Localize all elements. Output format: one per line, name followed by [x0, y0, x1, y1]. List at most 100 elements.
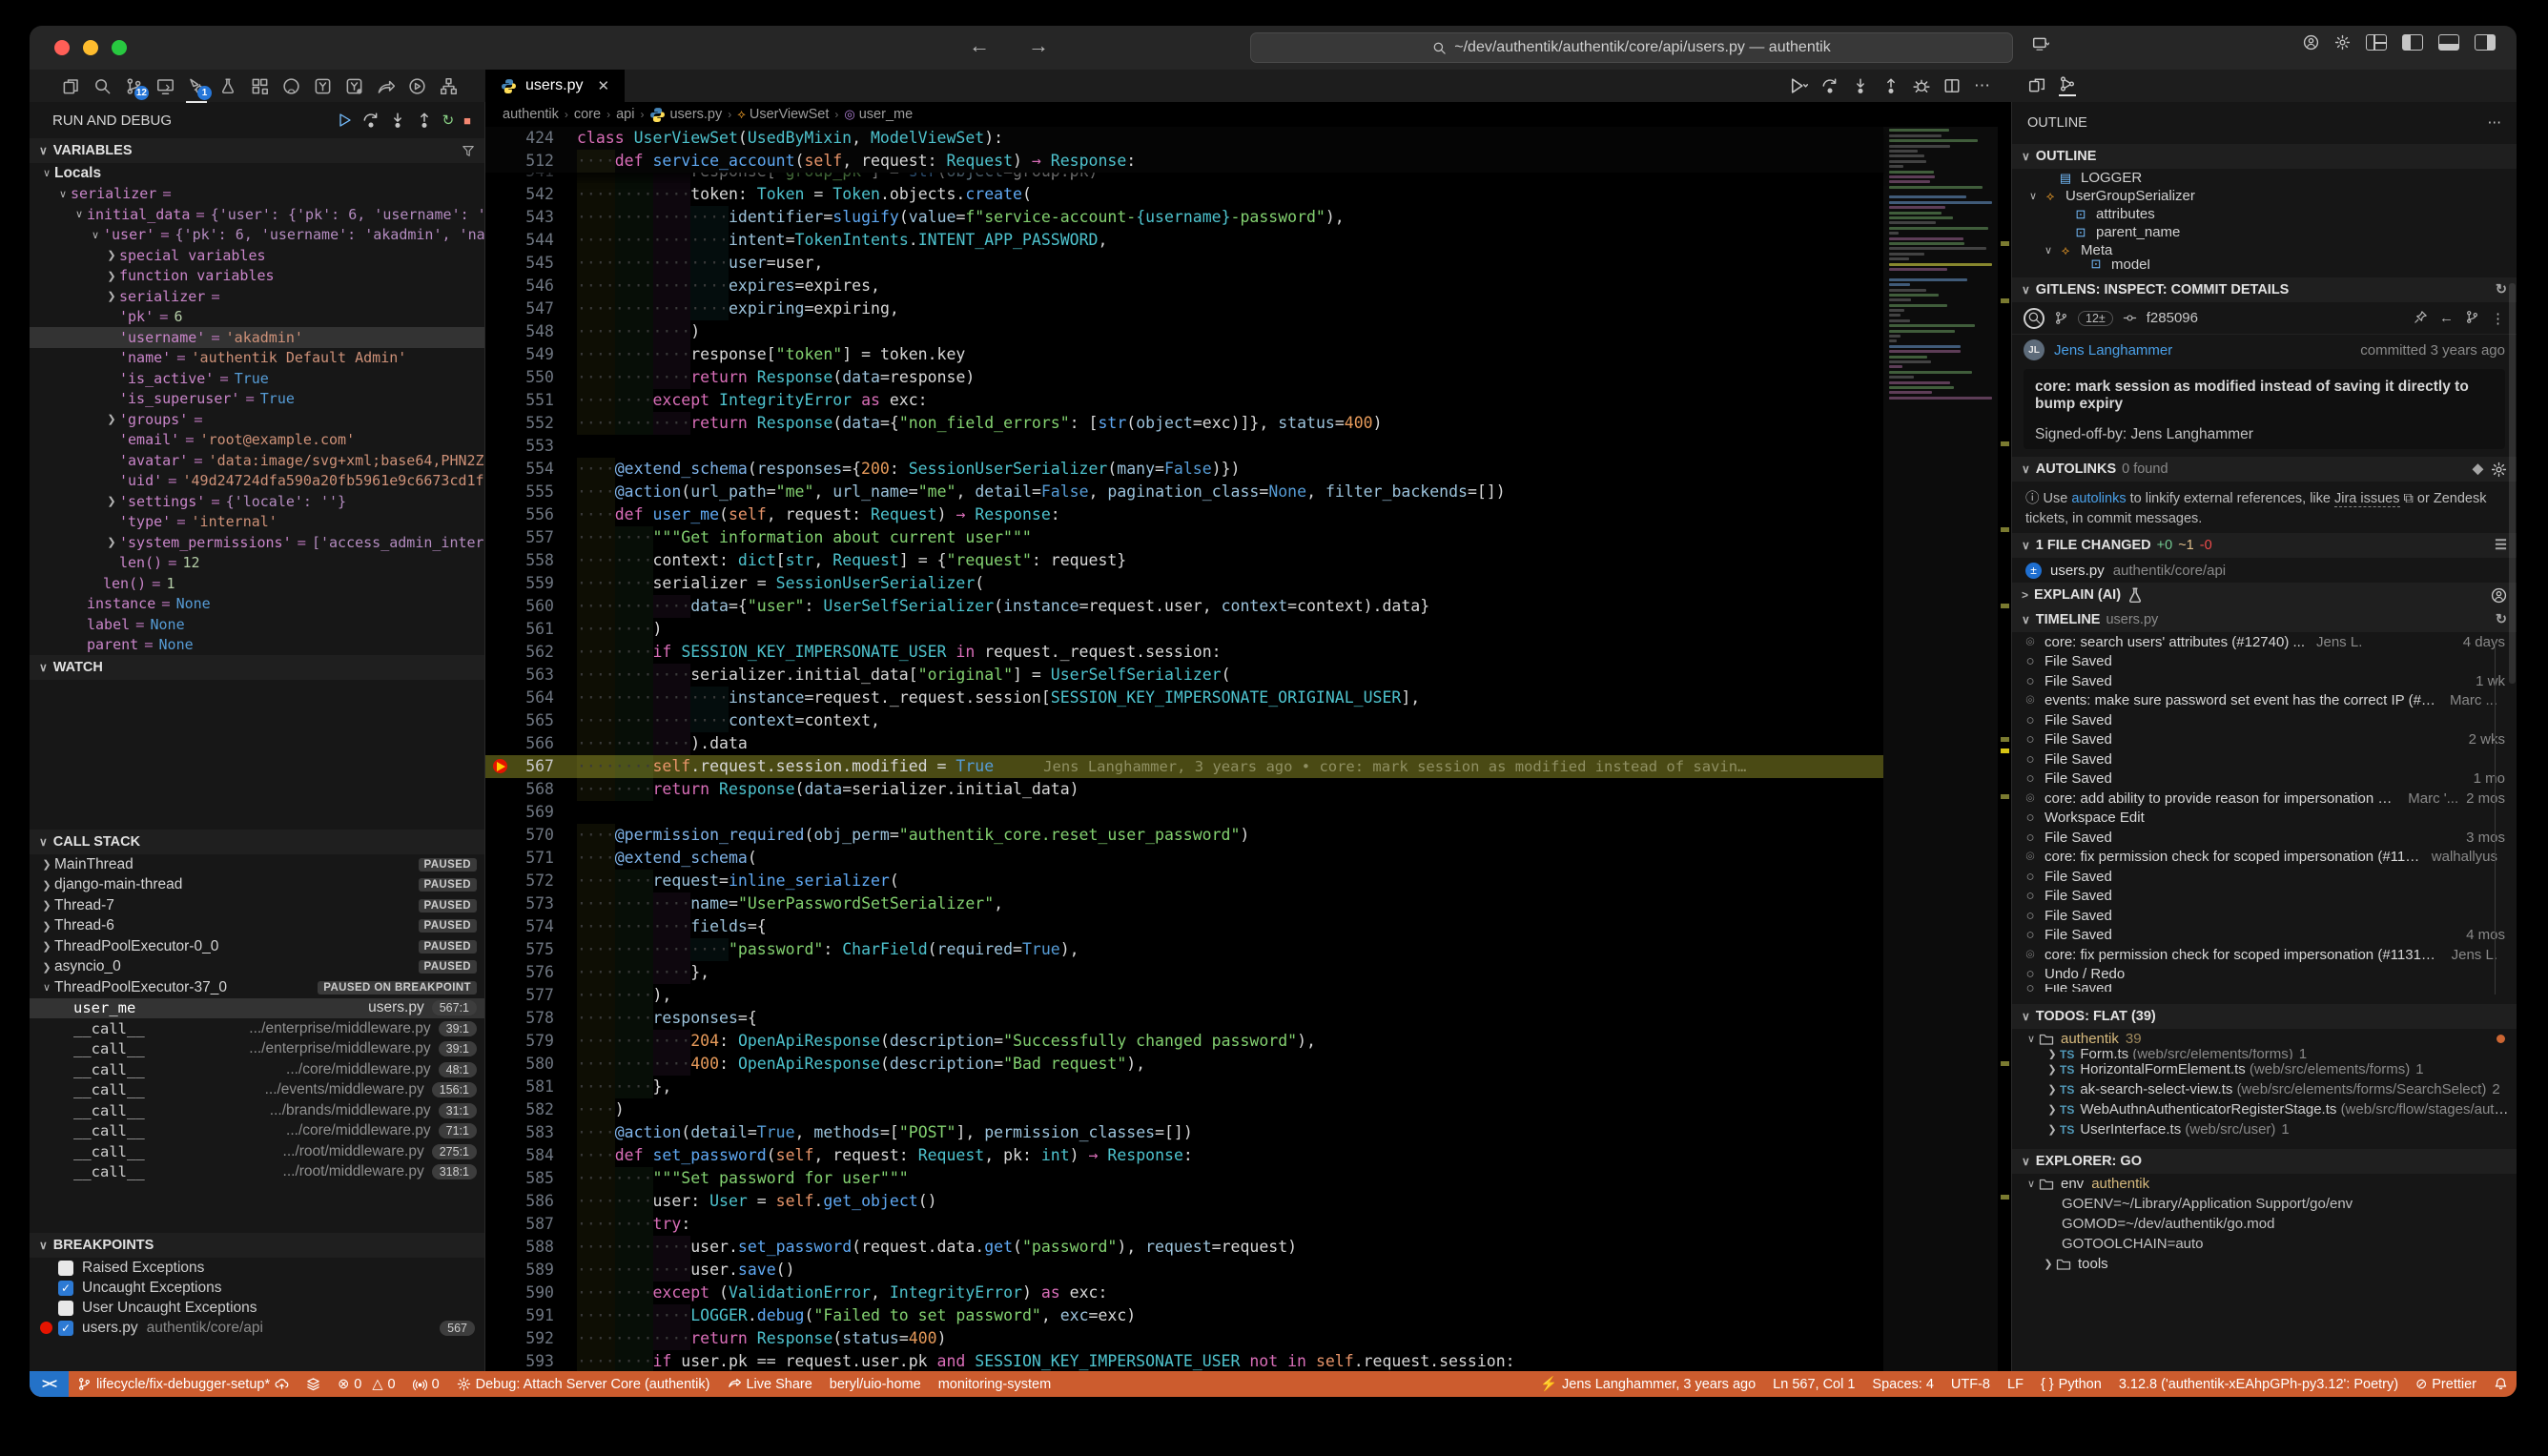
- pin-icon[interactable]: [2414, 310, 2428, 327]
- code-line[interactable]: 593········if user.pk == request.user.pk…: [485, 1350, 1883, 1371]
- changed-file-row[interactable]: ± users.py authentik/core/api: [2012, 558, 2517, 583]
- account-icon[interactable]: [2303, 34, 2319, 51]
- timeline-item[interactable]: ○File Saved: [2012, 906, 2517, 926]
- live-share-status-item[interactable]: Live Share: [718, 1371, 820, 1397]
- variable-row[interactable]: ❯special variables: [30, 245, 484, 266]
- outline-item-model[interactable]: ⊡model: [2012, 259, 2517, 269]
- line-number[interactable]: 559: [485, 572, 577, 595]
- variable-row[interactable]: 'is_superuser'=True: [30, 389, 484, 410]
- code-line[interactable]: 542············token: Token = Token.obje…: [485, 183, 1883, 206]
- box-y-icon[interactable]: [310, 73, 335, 98]
- line-number[interactable]: 580: [485, 1053, 577, 1076]
- line-number[interactable]: 560: [485, 595, 577, 618]
- code-line[interactable]: 560············data={"user": UserSelfSer…: [485, 595, 1883, 618]
- todo-root-row[interactable]: ∨authentik39: [2012, 1029, 2517, 1049]
- variable-row[interactable]: ∨'user'={'pk': 6, 'username': 'akadmin',…: [30, 225, 484, 246]
- code-line[interactable]: 572········request=inline_serializer(: [485, 870, 1883, 892]
- outline-item-logger[interactable]: ▤LOGGER: [2012, 169, 2517, 187]
- more-icon[interactable]: ⋯: [1974, 76, 1990, 95]
- timeline-section-header[interactable]: ∨TIMELINE users.py ↻: [2012, 607, 2517, 632]
- code-line[interactable]: 545················user=user,: [485, 252, 1883, 275]
- todo-file-row[interactable]: ❯TSWebAuthnAuthenticatorRegisterStage.ts…: [2012, 1099, 2517, 1119]
- thread-row[interactable]: ❯ThreadPoolExecutor-0_0PAUSED: [30, 936, 484, 957]
- line-number[interactable]: 543: [485, 206, 577, 229]
- timeline-item[interactable]: ○File Saved3 mos: [2012, 828, 2517, 848]
- line-number[interactable]: 583: [485, 1121, 577, 1144]
- line-number[interactable]: 556: [485, 503, 577, 526]
- traffic-lights[interactable]: [54, 40, 127, 55]
- gitlens-blame-status-item[interactable]: ⚡Jens Langhammer, 3 years ago: [1531, 1371, 1764, 1397]
- breakpoint-checkbox[interactable]: [58, 1301, 73, 1316]
- files-changed-section-header[interactable]: ∨1 FILE CHANGED +0 ~1 -0 ☰: [2012, 533, 2517, 558]
- line-number[interactable]: 546: [485, 275, 577, 297]
- timeline-item[interactable]: ○File Saved: [2012, 867, 2517, 887]
- code-line[interactable]: 553: [485, 435, 1883, 458]
- variable-row[interactable]: 'pk'=6: [30, 307, 484, 328]
- code-line[interactable]: 557········"""Get information about curr…: [485, 526, 1883, 549]
- timeline-item[interactable]: ○File Saved2 wks: [2012, 730, 2517, 750]
- line-number[interactable]: 558: [485, 549, 577, 572]
- line-number[interactable]: 552: [485, 412, 577, 435]
- gitlens-commit-row[interactable]: 12± f285096 ← ⋮: [2012, 302, 2517, 335]
- line-number[interactable]: 584: [485, 1144, 577, 1167]
- stack-frame-row[interactable]: __call__.../enterprise/middleware.py39:1: [30, 1039, 484, 1060]
- breakpoints-section-header[interactable]: ∨BREAKPOINTS: [30, 1233, 484, 1258]
- toggle-right-sidebar-icon[interactable]: [2475, 34, 2496, 51]
- thread-row[interactable]: ❯MainThreadPAUSED: [30, 854, 484, 875]
- breadcrumb[interactable]: authentik›core›api›users.py›⟡UserViewSet…: [485, 102, 2011, 127]
- todo-file-row[interactable]: ❯TSUserInterface.ts (web/src/user)1: [2012, 1119, 2517, 1139]
- commit-search-icon[interactable]: [2024, 308, 2045, 329]
- language-status-item[interactable]: { }Python: [2032, 1371, 2110, 1397]
- code-line[interactable]: 573············name="UserPasswordSetSeri…: [485, 892, 1883, 915]
- variable-row[interactable]: instance=None: [30, 594, 484, 615]
- timeline-refresh-icon[interactable]: ↻: [2496, 612, 2507, 627]
- breakpoint-checkbox[interactable]: [58, 1261, 73, 1276]
- code-line[interactable]: 559········serializer = SessionUserSeria…: [485, 572, 1883, 595]
- thread-row[interactable]: ❯Thread-7PAUSED: [30, 895, 484, 916]
- variable-row[interactable]: ∨initial_data={'user': {'pk': 6, 'userna…: [30, 204, 484, 225]
- step-out-icon[interactable]: [416, 112, 433, 129]
- line-number[interactable]: 588: [485, 1236, 577, 1259]
- line-number[interactable]: 573: [485, 892, 577, 915]
- code-line[interactable]: 552············return Response(data={"no…: [485, 412, 1883, 435]
- tab-users-py[interactable]: users.py ✕: [485, 70, 625, 102]
- minimap[interactable]: [1883, 127, 1998, 1371]
- outline-item-usergroupserializer[interactable]: ∨⟡UserGroupSerializer: [2012, 187, 2517, 205]
- line-number[interactable]: 578: [485, 1007, 577, 1030]
- breakpoint-row[interactable]: ✓Uncaught Exceptions: [30, 1278, 484, 1298]
- line-number[interactable]: 589: [485, 1259, 577, 1282]
- line-number[interactable]: 591: [485, 1304, 577, 1327]
- line-number[interactable]: 565: [485, 709, 577, 732]
- code-line[interactable]: 574············fields={: [485, 915, 1883, 938]
- line-number[interactable]: 554: [485, 458, 577, 481]
- code-line[interactable]: 543················identifier=slugify(va…: [485, 206, 1883, 229]
- code-line[interactable]: 551········except IntegrityError as exc:: [485, 389, 1883, 412]
- branch-status-item[interactable]: lifecycle/fix-debugger-setup*: [69, 1371, 298, 1397]
- variable-row[interactable]: label=None: [30, 614, 484, 635]
- code-line[interactable]: 568········return Response(data=serializ…: [485, 778, 1883, 801]
- variable-row[interactable]: 'name'='authentik Default Admin': [30, 348, 484, 369]
- code-line[interactable]: 576············},: [485, 961, 1883, 984]
- remote-indicator[interactable]: ><: [30, 1371, 69, 1397]
- line-number[interactable]: 592: [485, 1327, 577, 1350]
- box-y-dot-icon[interactable]: [341, 73, 366, 98]
- line-number[interactable]: 571: [485, 847, 577, 870]
- step-into-icon[interactable]: [389, 112, 406, 129]
- line-number[interactable]: 581: [485, 1076, 577, 1098]
- code-line[interactable]: 591············LOGGER.debug("Failed to s…: [485, 1304, 1883, 1327]
- screen-share-icon[interactable]: [2032, 35, 2049, 52]
- line-number[interactable]: 555: [485, 481, 577, 503]
- cursor-position-status-item[interactable]: Ln 567, Col 1: [1764, 1371, 1863, 1397]
- code-line[interactable]: 541············response["group_pk"] = st…: [485, 173, 1883, 183]
- breakpoint-row[interactable]: User Uncaught Exceptions: [30, 1298, 484, 1318]
- stop-icon[interactable]: ■: [463, 113, 471, 129]
- line-number[interactable]: 564: [485, 687, 577, 709]
- variable-row[interactable]: parent=None: [30, 635, 484, 656]
- toggle-panel-icon[interactable]: [2438, 34, 2459, 51]
- line-number[interactable]: 544: [485, 229, 577, 252]
- code-line[interactable]: 570····@permission_required(obj_perm="au…: [485, 824, 1883, 847]
- call-stack-section-header[interactable]: ∨CALL STACK: [30, 830, 484, 854]
- stack-frame-row[interactable]: __call__.../core/middleware.py48:1: [30, 1059, 484, 1080]
- line-number[interactable]: 512: [485, 150, 577, 173]
- code-line[interactable]: 588············user.set_password(request…: [485, 1236, 1883, 1259]
